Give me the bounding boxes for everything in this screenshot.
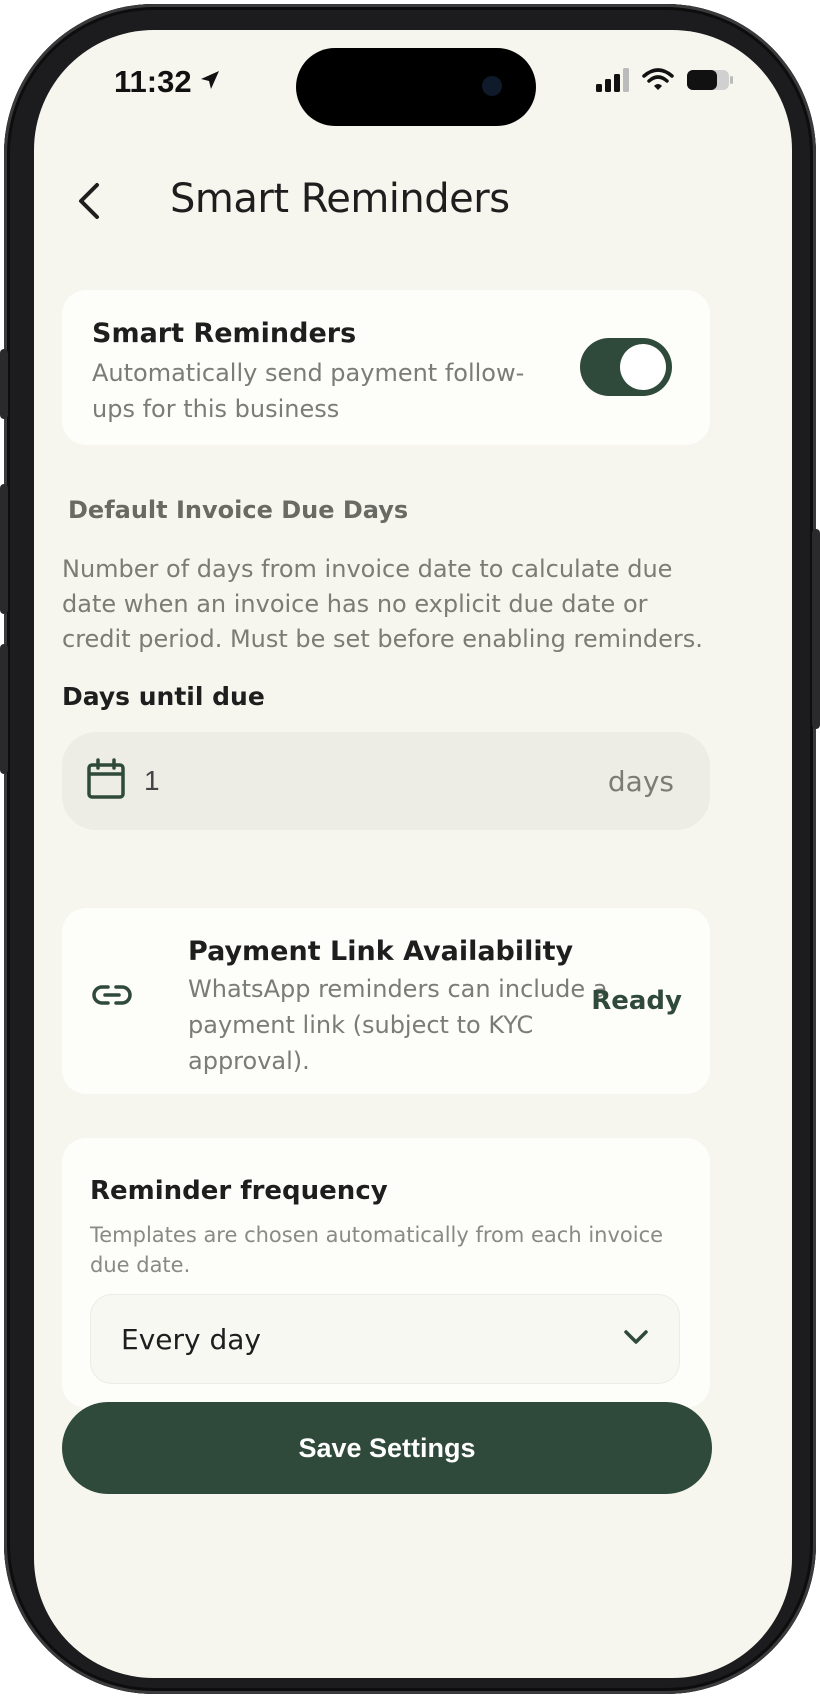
toggle-knob <box>620 344 666 390</box>
payment-link-card: Payment Link Availability WhatsApp remin… <box>62 908 710 1094</box>
phone-frame: 11:32 Smart Reminders Smart Reminders Au… <box>0 4 820 1694</box>
reminder-frequency-value: Every day <box>121 1322 261 1356</box>
payment-link-text: Payment Link Availability WhatsApp remin… <box>188 936 618 1079</box>
volume-down-button <box>0 644 8 774</box>
status-time-text: 11:32 <box>114 64 192 99</box>
calendar-icon <box>86 758 126 804</box>
days-value: 1 <box>144 765 160 796</box>
wifi-icon <box>642 68 674 96</box>
reminder-frequency-card: Reminder frequency Templates are chosen … <box>62 1138 710 1408</box>
payment-link-status: Ready <box>591 986 682 1016</box>
location-arrow-icon <box>198 64 222 100</box>
smart-reminders-toggle[interactable] <box>580 338 672 396</box>
volume-up-button <box>0 484 8 614</box>
dynamic-island <box>296 48 536 126</box>
back-button[interactable] <box>64 176 114 226</box>
chevron-left-icon <box>79 183 99 219</box>
signal-icon <box>596 68 630 96</box>
days-unit: days <box>607 764 674 798</box>
days-until-due-label: Days until due <box>62 682 265 711</box>
smart-reminders-description: Automatically send payment follow-ups fo… <box>92 359 525 423</box>
camera-dot <box>482 76 502 96</box>
payment-link-title: Payment Link Availability <box>188 936 574 967</box>
reminder-frequency-description: Templates are chosen automatically from … <box>90 1223 664 1277</box>
days-until-due-input[interactable]: 1 days <box>62 732 710 830</box>
chevron-down-icon <box>623 1329 649 1349</box>
action-button <box>0 349 8 419</box>
due-days-description: Number of days from invoice date to calc… <box>62 555 703 653</box>
screen: 11:32 Smart Reminders Smart Reminders Au… <box>34 30 792 1678</box>
smart-reminders-card: Smart Reminders Automatically send payme… <box>62 290 710 445</box>
reminder-frequency-title: Reminder frequency <box>90 1176 388 1206</box>
status-icons <box>596 68 734 96</box>
due-days-section-label: Default Invoice Due Days <box>68 496 409 524</box>
save-settings-button[interactable]: Save Settings <box>62 1402 712 1494</box>
page-title: Smart Reminders <box>170 176 510 222</box>
link-icon <box>92 982 132 1012</box>
battery-icon <box>686 68 734 96</box>
status-time: 11:32 <box>114 64 222 100</box>
payment-link-description: WhatsApp reminders can include a payment… <box>188 975 608 1075</box>
reminder-frequency-select[interactable]: Every day <box>90 1294 680 1384</box>
smart-reminders-title: Smart Reminders <box>92 318 357 349</box>
power-button <box>812 529 820 729</box>
